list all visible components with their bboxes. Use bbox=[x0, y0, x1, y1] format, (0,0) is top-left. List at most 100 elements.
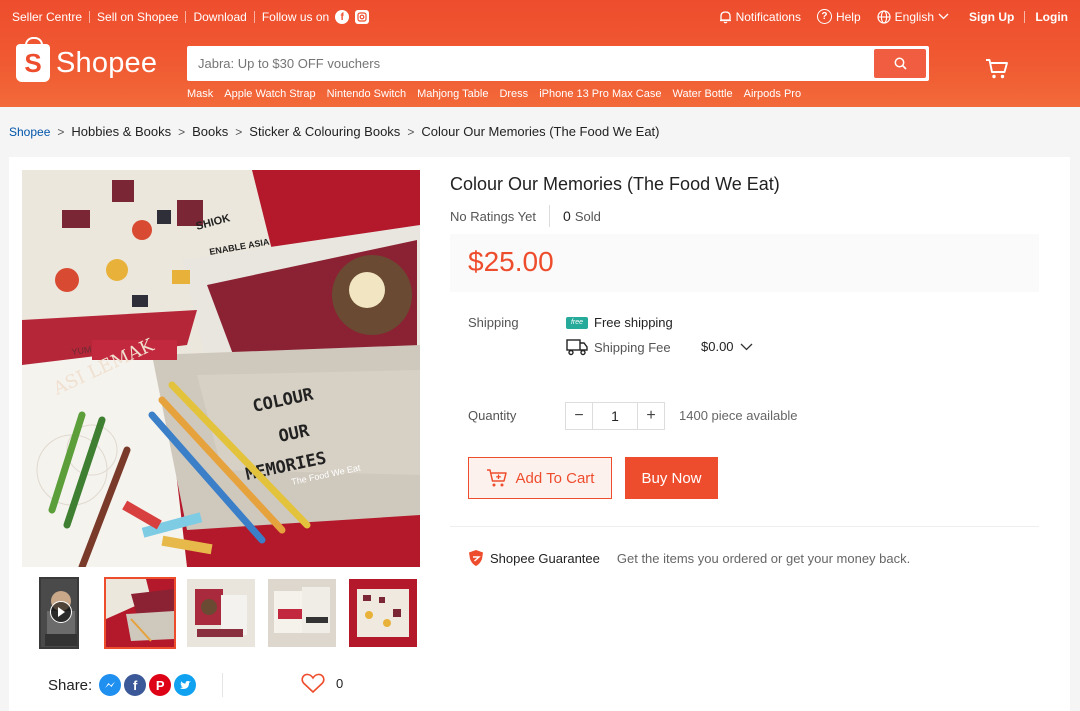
thumbnail[interactable] bbox=[185, 577, 257, 649]
seller-centre-link[interactable]: Seller Centre bbox=[12, 10, 82, 24]
keyword-link[interactable]: Nintendo Switch bbox=[327, 88, 407, 100]
product-price: $25.00 bbox=[468, 246, 554, 277]
header: Seller Centre Sell on Shopee Download Fo… bbox=[0, 0, 1080, 107]
quantity-input[interactable]: 1 bbox=[593, 402, 637, 430]
sell-on-shopee-link[interactable]: Sell on Shopee bbox=[97, 10, 178, 24]
shipping-fee-label: Shipping Fee bbox=[594, 339, 671, 355]
instagram-icon[interactable] bbox=[355, 10, 370, 24]
shield-icon bbox=[469, 550, 483, 566]
cart-icon bbox=[986, 59, 1008, 79]
keyword-link[interactable]: Airpods Pro bbox=[744, 88, 801, 100]
ratings-text: No Ratings Yet bbox=[450, 208, 537, 224]
decrease-button[interactable]: − bbox=[565, 402, 593, 430]
divider bbox=[1024, 10, 1026, 23]
video-thumbnail[interactable] bbox=[39, 577, 79, 649]
keyword-link[interactable]: Dress bbox=[499, 88, 528, 100]
logo-wordmark: Shopee bbox=[56, 46, 158, 79]
breadcrumb-item[interactable]: Books bbox=[192, 124, 228, 139]
buy-now-button[interactable]: Buy Now bbox=[625, 457, 718, 499]
search-button[interactable] bbox=[874, 49, 926, 78]
like-count: 0 bbox=[336, 676, 344, 691]
free-shipping-text: Free shipping bbox=[594, 315, 673, 330]
pinterest-icon[interactable]: P bbox=[149, 674, 172, 696]
breadcrumb-item[interactable]: Hobbies & Books bbox=[71, 124, 171, 139]
question-icon: ? bbox=[816, 9, 832, 24]
divider bbox=[450, 526, 1039, 527]
favorite-section[interactable]: 0 bbox=[301, 673, 343, 694]
chevron-down-icon bbox=[938, 13, 949, 20]
breadcrumb-current: Colour Our Memories (The Food We Eat) bbox=[421, 124, 660, 139]
free-shipping-icon: free bbox=[566, 316, 588, 329]
follow-us-label: Follow us on bbox=[261, 10, 330, 24]
price-box: $25.00 bbox=[450, 234, 1039, 292]
chevron-right-icon: > bbox=[57, 124, 65, 139]
messenger-icon[interactable] bbox=[99, 674, 122, 696]
shipping-fee-dropdown[interactable]: $0.00 bbox=[701, 339, 753, 354]
truck-icon bbox=[566, 339, 588, 356]
add-to-cart-button[interactable]: Add To Cart bbox=[468, 457, 612, 499]
guarantee-title: Shopee Guarantee bbox=[490, 550, 600, 566]
shipping-fee-row: Shipping Fee bbox=[566, 338, 671, 356]
add-cart-icon bbox=[486, 469, 507, 487]
search-input[interactable] bbox=[187, 46, 867, 81]
quantity-label: Quantity bbox=[468, 408, 517, 423]
facebook-share-icon[interactable]: f bbox=[124, 674, 147, 696]
keyword-link[interactable]: Water Bottle bbox=[672, 88, 732, 100]
divider bbox=[185, 11, 187, 23]
shopee-bag-icon: S bbox=[16, 37, 50, 82]
product-title: Colour Our Memories (The Food We Eat) bbox=[450, 174, 780, 194]
keyword-link[interactable]: iPhone 13 Pro Max Case bbox=[539, 88, 661, 100]
social-links: f bbox=[335, 10, 370, 24]
heart-icon bbox=[301, 673, 325, 694]
sold-count: 0 bbox=[563, 208, 571, 224]
download-link[interactable]: Download bbox=[193, 10, 246, 24]
product-main-image[interactable]: COLOUR OUR MEMORIES The Food We Eat ASI … bbox=[22, 170, 420, 567]
bell-icon bbox=[719, 10, 731, 23]
divider bbox=[89, 11, 91, 23]
shopee-logo[interactable]: S Shopee bbox=[16, 37, 158, 82]
product-meta: No Ratings Yet 0 Sold bbox=[450, 205, 601, 227]
breadcrumb-item[interactable]: Sticker & Colouring Books bbox=[249, 124, 400, 139]
signup-link[interactable]: Sign Up bbox=[969, 10, 1014, 24]
shipping-fee-value: $0.00 bbox=[701, 339, 734, 354]
breadcrumb-home[interactable]: Shopee bbox=[9, 125, 50, 139]
cart-button[interactable] bbox=[985, 58, 1009, 85]
chevron-right-icon: > bbox=[407, 124, 415, 139]
top-navbar-left: Seller Centre Sell on Shopee Download Fo… bbox=[12, 10, 370, 24]
keyword-link[interactable]: Mahjong Table bbox=[417, 88, 488, 100]
language-selector[interactable]: English bbox=[877, 10, 949, 24]
help-link[interactable]: ? Help bbox=[816, 9, 861, 24]
notifications-label: Notifications bbox=[735, 9, 801, 24]
share-label: Share: bbox=[48, 676, 93, 694]
breadcrumb: Shopee > Hobbies & Books > Books > Stick… bbox=[9, 124, 660, 139]
thumbnail-strip bbox=[39, 577, 419, 649]
facebook-icon[interactable]: f bbox=[335, 10, 350, 24]
add-to-cart-label: Add To Cart bbox=[515, 469, 595, 487]
help-label: Help bbox=[835, 9, 861, 24]
login-link[interactable]: Login bbox=[1035, 10, 1068, 24]
increase-button[interactable]: + bbox=[637, 402, 665, 430]
stock-available: 1400 piece available bbox=[679, 408, 798, 423]
play-icon bbox=[50, 601, 72, 623]
thumbnail[interactable] bbox=[266, 577, 338, 649]
logo-letter: S bbox=[24, 47, 42, 78]
thumbnail[interactable] bbox=[104, 577, 176, 649]
twitter-icon[interactable] bbox=[174, 674, 197, 696]
chevron-down-icon bbox=[740, 343, 753, 350]
sold-label: Sold bbox=[574, 208, 601, 224]
search-bar bbox=[187, 46, 929, 81]
chevron-right-icon: > bbox=[235, 124, 243, 139]
keyword-link[interactable]: Mask bbox=[187, 88, 213, 100]
chevron-right-icon: > bbox=[178, 124, 186, 139]
thumbnail[interactable] bbox=[347, 577, 419, 649]
quantity-stepper: − 1 + bbox=[565, 402, 665, 430]
notifications-link[interactable]: Notifications bbox=[719, 10, 801, 24]
globe-icon bbox=[877, 9, 891, 24]
search-icon bbox=[894, 57, 907, 70]
shopee-guarantee[interactable]: Shopee Guarantee Get the items you order… bbox=[468, 549, 910, 567]
divider bbox=[222, 673, 223, 697]
keyword-link[interactable]: Apple Watch Strap bbox=[224, 88, 315, 100]
guarantee-description: Get the items you ordered or get your mo… bbox=[616, 550, 911, 566]
language-label: English bbox=[894, 9, 935, 24]
free-shipping-row: free Free shipping bbox=[566, 315, 673, 330]
